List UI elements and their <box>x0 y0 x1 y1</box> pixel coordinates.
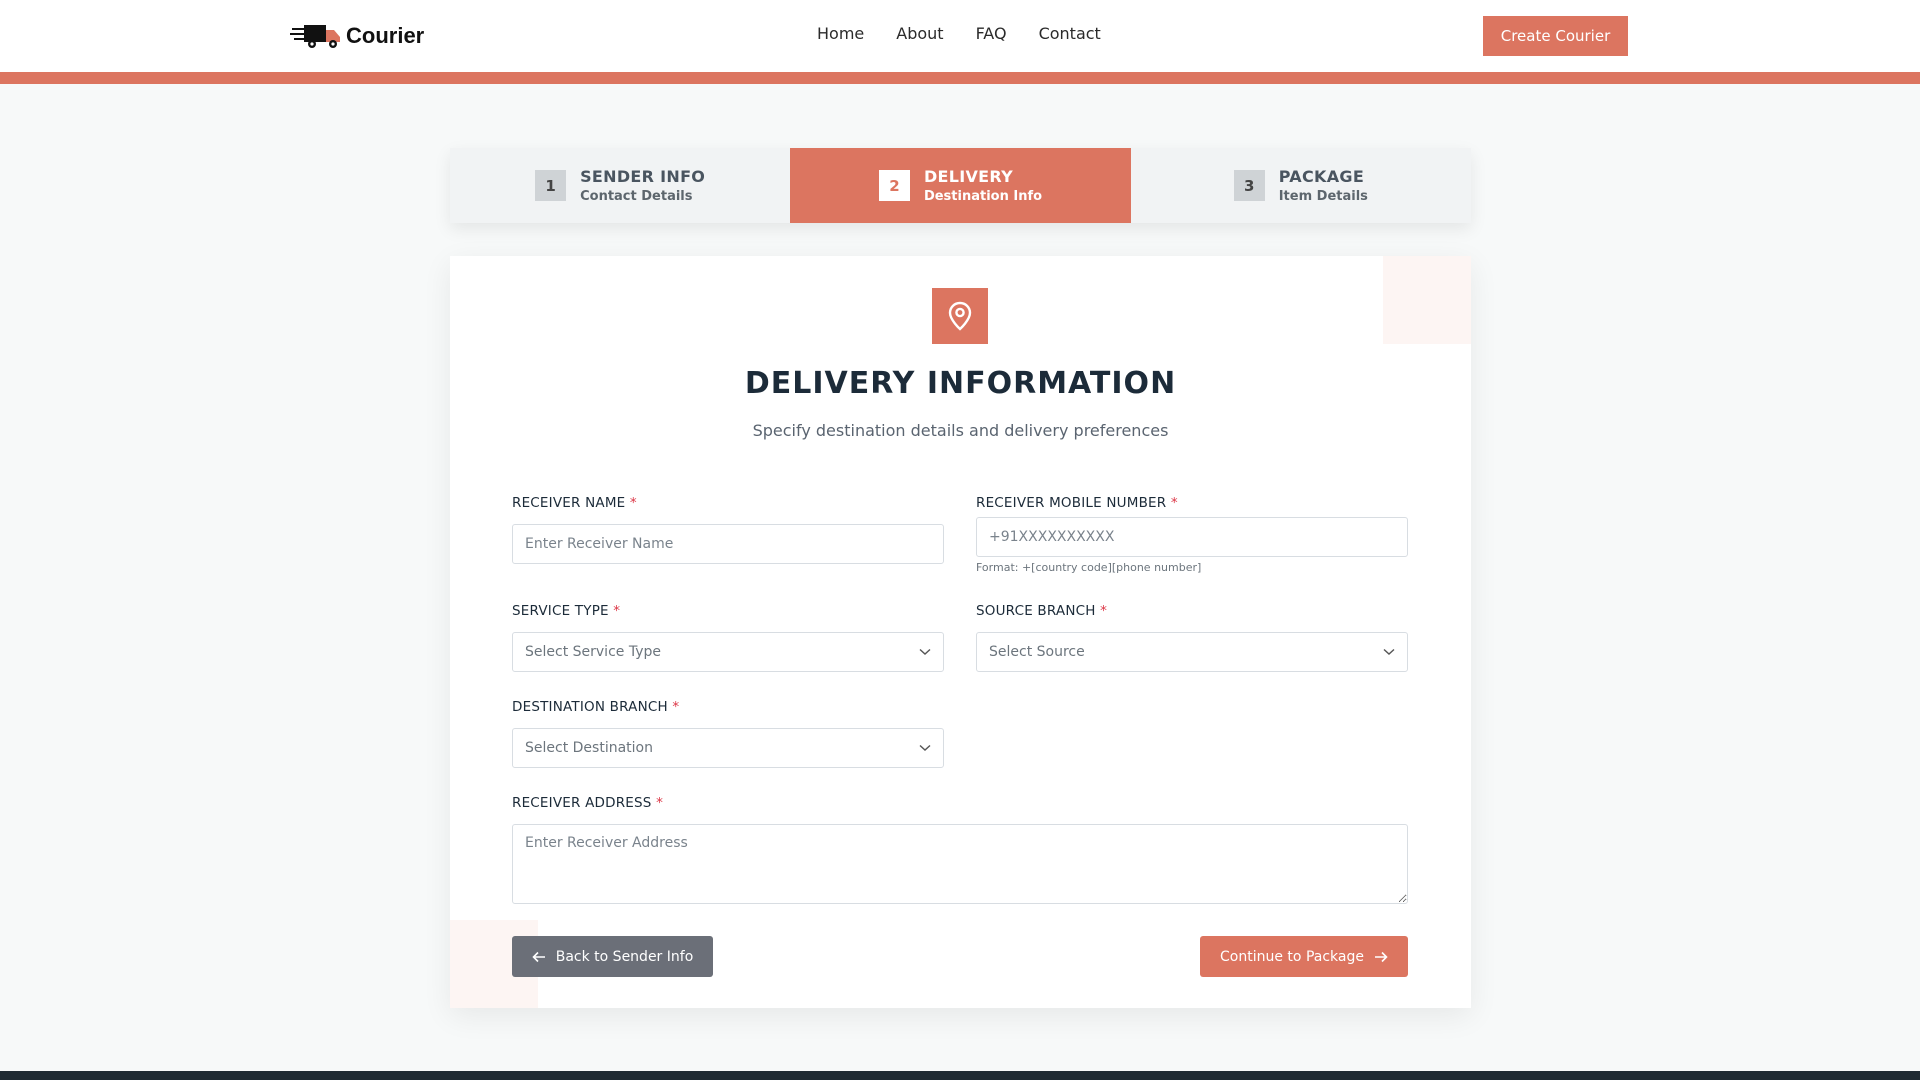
header-accent-stripe <box>0 72 1920 84</box>
delivery-truck-icon <box>290 25 340 48</box>
receiver-name-input[interactable] <box>512 524 944 564</box>
destination-branch-select[interactable]: Select Destination <box>512 728 944 768</box>
receiver-mobile-label: RECEIVER MOBILE NUMBER * <box>976 495 1178 511</box>
back-to-sender-info-button[interactable]: Back to Sender Info <box>512 936 713 977</box>
label-text: RECEIVER ADDRESS <box>512 795 652 811</box>
map-pin-icon <box>932 288 988 344</box>
step-title: PACKAGE <box>1278 167 1365 186</box>
step-subtitle: Destination Info <box>923 189 1043 204</box>
top-navbar: Courier Home About FAQ Contact Create Co… <box>0 0 1920 72</box>
label-text: RECEIVER MOBILE NUMBER <box>976 495 1167 511</box>
required-marker: * <box>1170 495 1178 511</box>
label-text: RECEIVER NAME <box>512 495 626 511</box>
arrow-right-icon <box>1374 951 1388 962</box>
footer-bar <box>0 1071 1920 1080</box>
source-branch-select[interactable]: Select Source <box>976 632 1408 672</box>
page-title: DELIVERY INFORMATION <box>744 366 1177 401</box>
delivery-form-card: DELIVERY INFORMATION Specify destination… <box>450 256 1471 1008</box>
service-type-select[interactable]: Select Service Type <box>512 632 944 672</box>
required-marker: * <box>1100 603 1108 619</box>
step-title: DELIVERY <box>923 167 1014 186</box>
brand-logo[interactable]: Courier <box>290 18 424 54</box>
nav-about[interactable]: About <box>896 24 943 43</box>
required-marker: * <box>613 603 621 619</box>
progress-stepper: 1 SENDER INFO Contact Details 2 DELIVERY… <box>450 148 1471 223</box>
required-marker: * <box>629 495 637 511</box>
receiver-address-label: RECEIVER ADDRESS * <box>512 795 663 811</box>
brand-name: Courier <box>346 23 425 48</box>
step-delivery[interactable]: 2 DELIVERY Destination Info <box>790 148 1131 223</box>
service-type-label: SERVICE TYPE * <box>512 603 620 619</box>
create-courier-button[interactable]: Create Courier <box>1483 16 1628 56</box>
step-number: 1 <box>535 170 567 201</box>
main-nav: Home About FAQ Contact <box>817 24 1101 43</box>
step-number: 2 <box>878 170 910 201</box>
step-subtitle: Contact Details <box>580 189 693 204</box>
destination-branch-label: DESTINATION BRANCH * <box>512 699 679 715</box>
required-marker: * <box>656 795 664 811</box>
step-sender-info[interactable]: 1 SENDER INFO Contact Details <box>450 148 790 223</box>
receiver-address-textarea[interactable] <box>512 824 1408 904</box>
selected-value: Select Destination <box>525 740 653 756</box>
continue-to-package-button[interactable]: Continue to Package <box>1200 936 1408 977</box>
selected-value: Select Service Type <box>525 644 661 660</box>
step-number: 3 <box>1233 170 1265 201</box>
receiver-mobile-input[interactable] <box>976 517 1408 557</box>
nav-faq[interactable]: FAQ <box>976 24 1007 43</box>
chevron-down-icon <box>1383 648 1395 655</box>
chevron-down-icon <box>919 648 931 655</box>
step-package[interactable]: 3 PACKAGE Item Details <box>1131 148 1471 223</box>
button-label: Continue to Package <box>1220 948 1364 965</box>
source-branch-label: SOURCE BRANCH * <box>976 603 1107 619</box>
receiver-name-label: RECEIVER NAME * <box>512 495 637 511</box>
label-text: SERVICE TYPE <box>512 603 609 619</box>
required-marker: * <box>672 699 680 715</box>
step-subtitle: Item Details <box>1278 189 1368 204</box>
label-text: DESTINATION BRANCH <box>512 699 668 715</box>
nav-home[interactable]: Home <box>817 24 864 43</box>
button-label: Back to Sender Info <box>555 948 694 965</box>
page-subtitle: Specify destination details and delivery… <box>752 421 1169 440</box>
chevron-down-icon <box>919 744 931 751</box>
corner-decoration <box>1383 256 1471 344</box>
label-text: SOURCE BRANCH <box>976 603 1096 619</box>
mobile-format-hint: Format: +[country code][phone number] <box>976 561 1202 574</box>
selected-value: Select Source <box>989 644 1085 660</box>
nav-contact[interactable]: Contact <box>1039 24 1101 43</box>
arrow-left-icon <box>532 951 545 962</box>
step-title: SENDER INFO <box>580 167 706 186</box>
